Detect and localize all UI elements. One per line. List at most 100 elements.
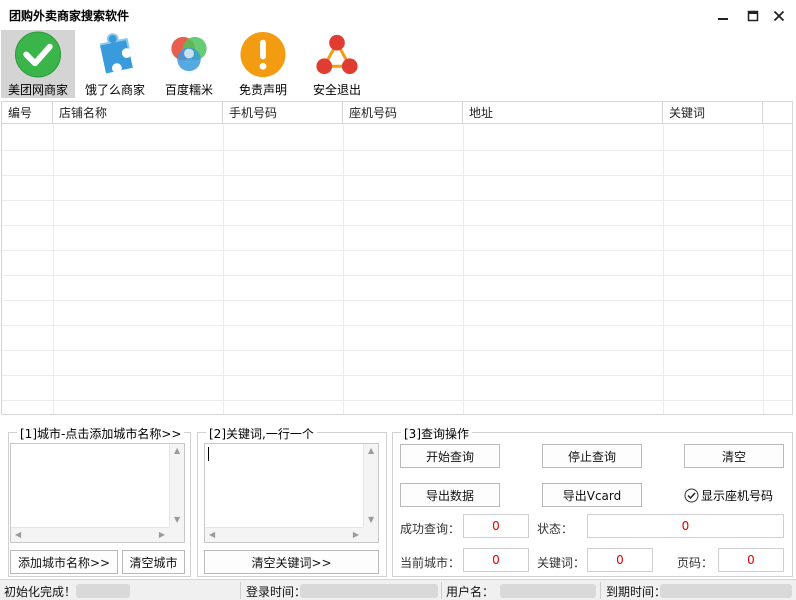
- current-city-value: 0: [463, 548, 529, 572]
- init-status-text: 初始化完成！: [4, 585, 77, 599]
- clear-results-button[interactable]: 清空: [684, 444, 784, 468]
- toolbar-exit-button[interactable]: 安全退出: [300, 30, 374, 98]
- vertical-scrollbar[interactable]: ▲ ▼: [169, 444, 184, 527]
- horizontal-scrollbar[interactable]: ◀ ▶: [11, 527, 169, 542]
- scroll-up-icon[interactable]: ▲: [174, 447, 180, 455]
- scroll-up-icon[interactable]: ▲: [368, 447, 374, 455]
- redacted-text: [76, 584, 130, 598]
- table-header: 编号 店铺名称 手机号码 座机号码 地址 关键词: [2, 102, 792, 124]
- add-city-button[interactable]: 添加城市名称>>: [10, 550, 118, 574]
- show-landline-checkbox[interactable]: 显示座机号码: [684, 487, 773, 504]
- vertical-scrollbar[interactable]: ▲ ▼: [363, 444, 378, 527]
- redacted-text: [660, 584, 792, 598]
- expiry-label: 到期时间：: [606, 585, 667, 599]
- export-vcard-button[interactable]: 导出Vcard: [542, 483, 642, 507]
- network-icon: [316, 34, 358, 75]
- page-number-label: 页码：: [677, 556, 714, 570]
- row-divider: [2, 175, 792, 176]
- scrollbar-corner: [363, 527, 378, 542]
- clear-keyword-button[interactable]: 清空关键词>>: [204, 550, 379, 574]
- toolbar-label: 百度糯米: [164, 83, 213, 97]
- column-header-id[interactable]: 编号: [2, 102, 53, 124]
- puzzle-icon: [99, 33, 133, 74]
- column-header-address[interactable]: 地址: [463, 102, 663, 124]
- city-list-textarea[interactable]: ▲ ▼ ◀ ▶: [10, 443, 185, 543]
- check-circle-icon: [14, 31, 62, 78]
- scroll-right-icon[interactable]: ▶: [159, 531, 165, 539]
- success-count-value: 0: [463, 514, 529, 538]
- toolbar: 美团网商家 饿了么商家 百度糯米 免责声明 安全退出: [0, 30, 796, 98]
- toolbar-disclaimer-button[interactable]: 免责声明: [226, 30, 300, 98]
- current-city-label: 当前城市：: [400, 556, 461, 570]
- column-divider: [663, 124, 664, 414]
- window-title: 团购外卖商家搜索软件: [9, 9, 130, 23]
- column-divider: [223, 124, 224, 414]
- column-divider: [463, 124, 464, 414]
- success-count-label: 成功查询：: [400, 522, 461, 536]
- minimize-icon: [718, 18, 728, 20]
- text-cursor: [208, 447, 209, 461]
- row-divider: [2, 325, 792, 326]
- scrollbar-corner: [169, 527, 184, 542]
- login-time-label: 登录时间：: [246, 585, 307, 599]
- status-separator: [240, 582, 241, 599]
- column-header-mobile[interactable]: 手机号码: [223, 102, 343, 124]
- column-header-shop-name[interactable]: 店铺名称: [53, 102, 223, 124]
- scroll-left-icon[interactable]: ◀: [15, 531, 21, 539]
- close-icon: [773, 10, 785, 22]
- toolbar-label: 免责声明: [238, 83, 287, 97]
- city-group: [1]城市-点击添加城市名称>> ▲ ▼ ◀ ▶ 添加城市名称>> 清空城市: [8, 425, 191, 577]
- row-divider: [2, 300, 792, 301]
- exclamation-icon: [240, 31, 286, 78]
- column-divider: [343, 124, 344, 414]
- column-header-keyword[interactable]: 关键词: [663, 102, 763, 124]
- keyword-textarea[interactable]: ▲ ▼ ◀ ▶: [204, 443, 379, 543]
- row-divider: [2, 150, 792, 151]
- redacted-text: [300, 584, 438, 598]
- row-divider: [2, 375, 792, 376]
- scroll-down-icon[interactable]: ▼: [174, 516, 180, 524]
- toolbar-eleme-button[interactable]: 饿了么商家: [78, 30, 152, 98]
- results-table[interactable]: 编号 店铺名称 手机号码 座机号码 地址 关键词: [1, 101, 793, 415]
- status-separator: [600, 582, 601, 599]
- row-divider: [2, 250, 792, 251]
- status-bar: 初始化完成！ 登录时间： 用户名： 到期时间：: [0, 579, 796, 600]
- row-divider: [2, 350, 792, 351]
- page-number-value: 0: [718, 548, 784, 572]
- maximize-icon: [747, 10, 759, 22]
- row-divider: [2, 400, 792, 401]
- scroll-left-icon[interactable]: ◀: [209, 531, 215, 539]
- current-keyword-value: 0: [587, 548, 653, 572]
- row-divider: [2, 275, 792, 276]
- query-group: [3]查询操作 开始查询 停止查询 清空 导出数据 导出Vcard 显示座机号码…: [392, 425, 793, 577]
- maximize-button[interactable]: [744, 7, 762, 25]
- row-divider: [2, 225, 792, 226]
- horizontal-scrollbar[interactable]: ◀ ▶: [205, 527, 363, 542]
- column-divider: [53, 124, 54, 414]
- city-group-legend[interactable]: [1]城市-点击添加城市名称>>: [17, 425, 185, 442]
- start-query-button[interactable]: 开始查询: [400, 444, 500, 468]
- status-separator: [441, 582, 442, 599]
- toolbar-meituan-button[interactable]: 美团网商家: [1, 30, 75, 98]
- toolbar-nuomi-button[interactable]: 百度糯米: [152, 30, 226, 98]
- status-value: 0: [587, 514, 784, 538]
- row-divider: [2, 200, 792, 201]
- toolbar-label: 安全退出: [312, 83, 361, 97]
- query-group-legend: [3]查询操作: [401, 425, 472, 442]
- column-divider: [763, 124, 764, 414]
- close-button[interactable]: [770, 7, 788, 25]
- status-label: 状态：: [537, 522, 574, 536]
- scroll-right-icon[interactable]: ▶: [353, 531, 359, 539]
- export-data-button[interactable]: 导出数据: [400, 483, 500, 507]
- checked-circle-icon[interactable]: [684, 488, 699, 503]
- scroll-down-icon[interactable]: ▼: [368, 516, 374, 524]
- keyword-group-legend: [2]关键词,一行一个: [206, 425, 317, 442]
- column-header-landline[interactable]: 座机号码: [343, 102, 463, 124]
- show-landline-label: 显示座机号码: [701, 489, 774, 503]
- username-label: 用户名：: [446, 585, 495, 599]
- clear-city-button[interactable]: 清空城市: [122, 550, 185, 574]
- redacted-text: [500, 584, 596, 598]
- color-circles-icon: [171, 36, 207, 72]
- minimize-button[interactable]: [714, 7, 732, 25]
- stop-query-button[interactable]: 停止查询: [542, 444, 642, 468]
